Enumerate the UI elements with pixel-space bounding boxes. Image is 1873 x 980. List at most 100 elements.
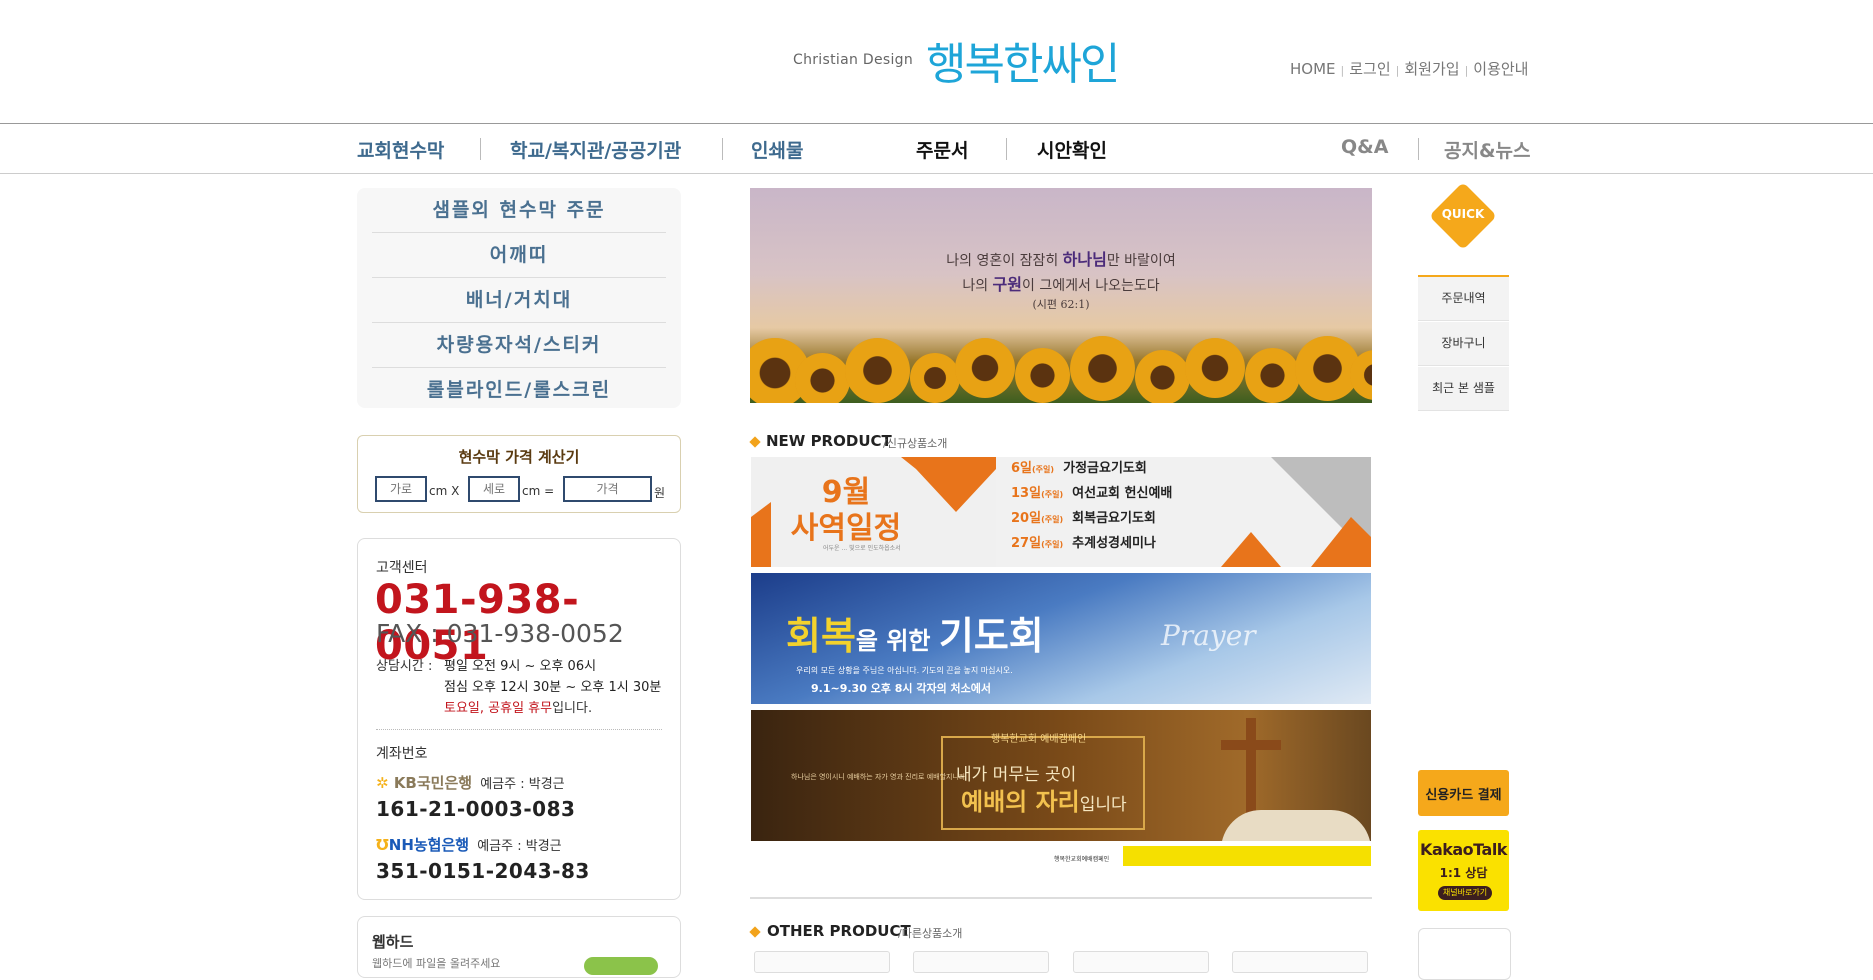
signup-link[interactable]: 회원가입 [1404, 60, 1459, 78]
schedule-small-text: 어두운 ... 빛으로 인도하옵소서 [823, 545, 901, 552]
webhard-box: 웹하드 웹하드에 파일을 올려주세요 [357, 916, 681, 978]
sunflower-image [910, 353, 960, 403]
other-product-tab[interactable] [913, 951, 1049, 973]
nav-separator [1006, 138, 1007, 160]
unit-label: cm X [429, 484, 460, 498]
cs-label: 고객센터 [376, 560, 428, 576]
category-sash[interactable]: 어깨띠 [372, 233, 666, 278]
event-item: 27일(주일) 추계성경세미나 [1011, 536, 1156, 551]
customer-center: 고객센터 031-938-0051 FAX : 031-938-0052 상담시… [357, 538, 681, 900]
kakao-channel-button[interactable]: 채널바로가기 [1438, 886, 1492, 900]
sunflower-image [1185, 338, 1245, 398]
category-sample-order[interactable]: 샘플외 현수막 주문 [372, 188, 666, 233]
nav-separator [480, 138, 481, 160]
section-bullet-icon [749, 436, 761, 448]
nav-church-banner[interactable]: 교회현수막 [357, 136, 444, 163]
login-link[interactable]: 로그인 [1349, 60, 1390, 78]
webhard-title: 웹하드 [372, 933, 414, 951]
new-product-title: NEW PRODUCT [766, 432, 892, 450]
bank2-row: ƱNH농협은행 예금주 : 박경근 [376, 834, 562, 855]
product-banner-strip[interactable]: 행복한교회예배캠페인 [751, 846, 1371, 866]
hours-lunch: 점심 오후 12시 30분 ~ 오후 1시 30분 [444, 680, 662, 695]
product-banner-prayer[interactable]: 회복을 위한 기도회 Prayer 우리의 모든 상황을 주님은 아십니다. 기… [751, 573, 1371, 704]
other-product-tab[interactable] [1232, 951, 1368, 973]
sunflower-image [1135, 350, 1190, 403]
verse-reference: (시편 62:1) [1032, 298, 1090, 311]
quick-recent-samples[interactable]: 최근 본 샘플 [1418, 367, 1509, 411]
section-divider [750, 897, 1372, 899]
category-roll-blind[interactable]: 롤블라인드/롤스크린 [372, 368, 666, 412]
sunflower-image [1015, 348, 1070, 403]
bank2-account: 351-0151-2043-83 [376, 859, 590, 883]
other-product-tab[interactable] [1073, 951, 1209, 973]
strip-text: 행복한교회예배캠페인 [1054, 856, 1110, 863]
new-product-sub: /신규상품소개 [883, 437, 948, 450]
webhard-desc: 웹하드에 파일을 올려주세요 [372, 957, 501, 970]
kb-star-icon: ✲ [376, 774, 389, 792]
kakao-title: KakaoTalk [1420, 840, 1507, 859]
webhard-button[interactable] [584, 957, 658, 975]
price-output[interactable] [563, 476, 652, 502]
sunflower-image [955, 338, 1015, 398]
section-bullet-icon [749, 926, 761, 938]
width-input[interactable] [375, 476, 427, 502]
unit-label: cm = [522, 484, 555, 498]
nh-v-icon: Ʊ [376, 836, 389, 854]
prayer-title-b: 을 위한 [855, 626, 939, 655]
sunflower-image [795, 353, 850, 403]
product-banner-schedule[interactable]: 9월 사역일정 6일(주일) 가정금요기도회 13일(주일) 여선교회 헌신예배… [751, 457, 1371, 567]
quick-bottom-banner[interactable] [1418, 928, 1511, 980]
nav-school-public[interactable]: 학교/복지관/공공기관 [510, 136, 681, 163]
category-menu: 샘플외 현수막 주문 어깨띠 배너/거치대 차량용자석/스티커 롤블라인드/롤스… [357, 188, 681, 408]
bank1-account: 161-21-0003-083 [376, 797, 576, 821]
prayer-date: 9.1~9.30 오후 8시 각자의 처소에서 [811, 682, 992, 695]
nav-draft-check[interactable]: 시안확인 [1037, 136, 1107, 163]
category-banner-stand[interactable]: 배너/거치대 [372, 278, 666, 323]
nav-print[interactable]: 인쇄물 [751, 136, 803, 163]
calculator-title: 현수막 가격 계산기 [458, 448, 580, 466]
verse-line-1: 나의 영혼이 잠잠히 하나님만 바랄이여 [946, 250, 1176, 269]
worship-left-text: 하나님은 영이시니 예배하는 자가 영과 진리로 예배할지니라 [791, 773, 966, 781]
holiday-highlight: 토요일, 공휴일 휴무 [444, 701, 553, 716]
event-item: 20일(주일) 회복금요기도회 [1011, 511, 1156, 526]
account-label: 계좌번호 [376, 746, 428, 762]
height-input[interactable] [468, 476, 520, 502]
nav-order-form[interactable]: 주문서 [916, 136, 968, 163]
category-car-magnet[interactable]: 차량용자석/스티커 [372, 323, 666, 368]
kakao-sub: 1:1 상담 [1439, 866, 1488, 880]
prayer-title-c: 기도회 [938, 613, 1044, 658]
quick-label: QUICK [1441, 207, 1485, 221]
site-logo[interactable]: 행복한싸인 [926, 28, 1120, 92]
divider [376, 729, 662, 730]
nh-bank-logo: ƱNH농협은행 [376, 836, 470, 854]
holiday-rest: 입니다. [552, 701, 593, 716]
nav-notice-news[interactable]: 공지&뉴스 [1444, 136, 1531, 163]
prayer-sub: 우리의 모든 상황을 주님은 아십니다. 기도의 끈을 놓지 마십시오. [796, 666, 1013, 675]
worship-line2: 예배의 자리입니다 [961, 788, 1127, 816]
prayer-script: Prayer [1161, 619, 1256, 652]
quick-order-history[interactable]: 주문내역 [1418, 277, 1509, 321]
cross-icon [1221, 740, 1281, 750]
hero-banner[interactable]: 나의 영혼이 잠잠히 하나님만 바랄이여 나의 구원이 그에게서 나오는도다 (… [750, 188, 1372, 403]
kakao-consult-button[interactable]: KakaoTalk 1:1 상담 채널바로가기 [1418, 830, 1509, 911]
link-separator: | [1395, 64, 1400, 77]
quick-cart[interactable]: 장바구니 [1418, 322, 1509, 366]
other-product-title: OTHER PRODUCT [767, 922, 911, 940]
sunflower-image [1245, 348, 1300, 403]
main-navigation: 교회현수막 학교/복지관/공공기관 인쇄물 주문서 시안확인 Q&A 공지&뉴스 [0, 123, 1873, 174]
nav-qna[interactable]: Q&A [1341, 136, 1388, 158]
brand-subtitle: Christian Design [793, 52, 914, 68]
guide-link[interactable]: 이용안내 [1473, 60, 1528, 78]
cs-fax: FAX : 031-938-0052 [376, 619, 624, 648]
bank1-row: ✲ KB국민은행 예금주 : 박경근 [376, 772, 565, 793]
product-banner-worship[interactable]: 행복한교회 예배캠페인 내가 머무는 곳이 예배의 자리입니다 하나님은 영이시… [751, 710, 1371, 841]
bank1-holder: 예금주 : 박경근 [480, 777, 565, 792]
other-product-tab[interactable] [754, 951, 890, 973]
verse-line-2: 나의 구원이 그에게서 나오는도다 [962, 275, 1160, 294]
hero-verse: 나의 영혼이 잠잠히 하나님만 바랄이여 나의 구원이 그에게서 나오는도다 [750, 248, 1372, 298]
home-link[interactable]: HOME [1290, 60, 1336, 78]
sunflower-image [1070, 336, 1135, 401]
link-separator: | [1340, 64, 1345, 77]
sunflower-image [845, 338, 910, 403]
credit-card-payment-button[interactable]: 신용카드 결제 [1418, 770, 1509, 816]
